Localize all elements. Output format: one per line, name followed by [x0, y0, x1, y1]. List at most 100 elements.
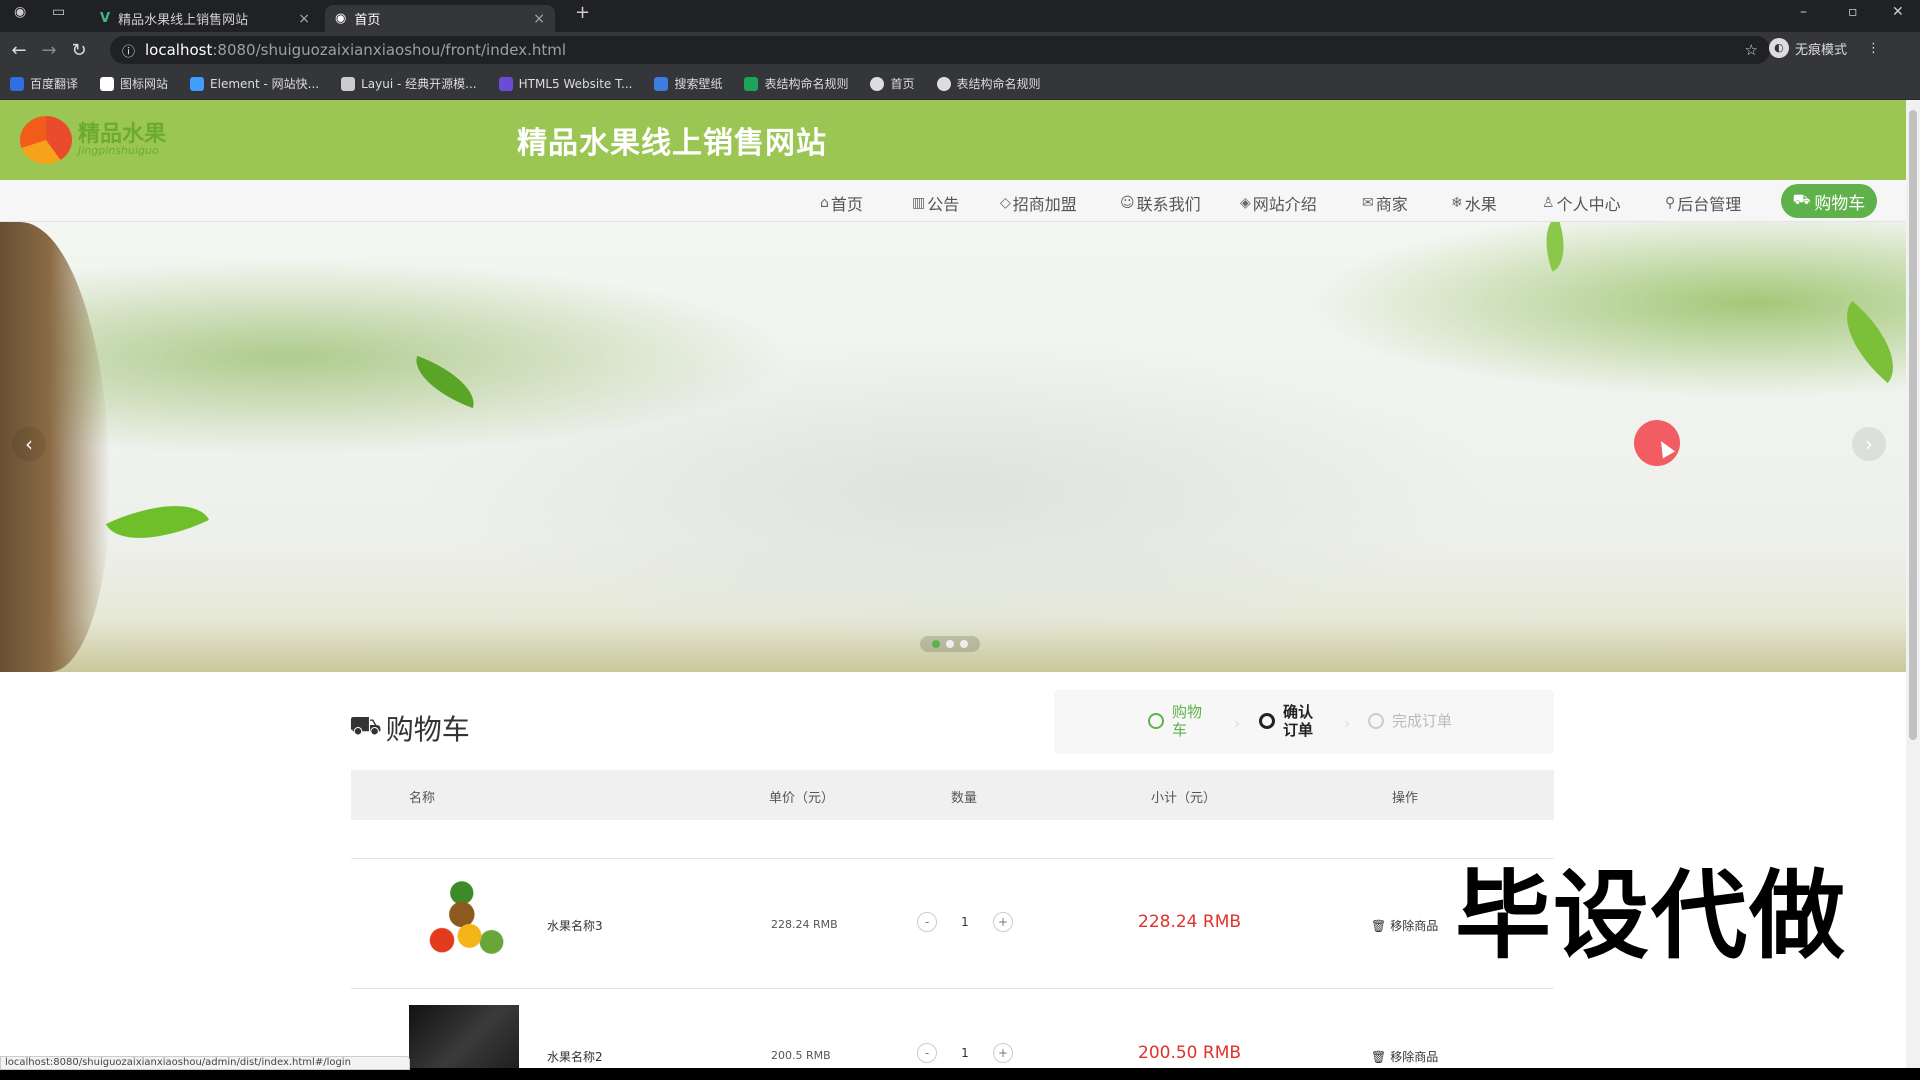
checkout-steps: 购物车 › 确认订单 › 完成订单 [1054, 690, 1554, 754]
trash-icon: 🗑 [1371, 918, 1387, 933]
new-tab-button[interactable]: + [575, 2, 590, 23]
url-input[interactable]: ⓘ localhost:8080/shuiguozaixianxiaoshou/… [110, 36, 1770, 64]
scrollbar-thumb[interactable] [1909, 110, 1917, 740]
column-header: 单价（元） [769, 791, 835, 806]
bookmark-item[interactable]: 表结构命名规则 [744, 75, 848, 92]
product-name[interactable]: 水果名称2 [547, 1048, 603, 1065]
layui-favicon-icon [341, 76, 356, 91]
carousel-next-button[interactable]: › [1852, 427, 1886, 461]
tab-title: 首页 [354, 13, 381, 28]
product-image[interactable] [409, 1005, 519, 1068]
carousel-dot[interactable] [960, 640, 968, 648]
reload-icon[interactable]: ↻ [64, 40, 94, 61]
incognito-profile[interactable]: ◐ 无痕模式 ⋮ [1768, 38, 1880, 58]
logo-subtext: Jingpinshuiguo [78, 144, 159, 157]
url-host: localhost [145, 41, 213, 59]
bookmark-item[interactable]: 首页 [870, 75, 915, 92]
tab-close-icon[interactable]: × [533, 11, 545, 27]
tab-fruit-site[interactable]: V 精品水果线上销售网站 × [90, 5, 320, 32]
bookmark-label: 百度翻译 [30, 77, 79, 91]
tab-title: 精品水果线上销售网站 [118, 13, 249, 28]
flag-icon [100, 76, 115, 91]
step-label: 完成订单 [1392, 712, 1453, 730]
step-label: 购物车 [1172, 703, 1203, 739]
cart-button[interactable]: ⛟ 购物车 [1781, 184, 1877, 218]
row-subtotal: 200.50 RMB [1138, 1043, 1242, 1063]
column-header: 操作 [1392, 791, 1419, 806]
url-path: :8080/shuiguozaixianxiaoshou/front/index… [212, 41, 567, 59]
back-icon[interactable]: ← [4, 40, 34, 61]
step-confirm: 确认订单 [1259, 703, 1323, 739]
nav-admin[interactable]: ⚲ 后台管理 [1665, 191, 1741, 215]
nav-merchant[interactable]: ✉ 商家 [1362, 191, 1408, 215]
nav-label: 水果 [1464, 195, 1497, 214]
bookmark-item[interactable]: 表结构命名规则 [936, 75, 1041, 92]
profile-label: 无痕模式 [1794, 42, 1847, 58]
nav-contact[interactable]: ☺ 联系我们 [1120, 191, 1201, 215]
site-info-icon[interactable]: ⓘ [122, 41, 135, 60]
increase-button[interactable]: + [993, 1043, 1013, 1063]
quantity-value[interactable]: 1 [957, 915, 973, 929]
nav-home[interactable]: ⌂ 首页 [820, 191, 863, 215]
sheet-favicon-icon [744, 76, 759, 91]
bookmark-label: 表结构命名规则 [764, 77, 849, 91]
cart-heading: ⛟ 购物车 [349, 708, 470, 748]
notice-icon: ▥ [912, 195, 926, 211]
watermark-text: 毕设代做 [1455, 860, 1847, 972]
cart-button-label: 购物车 [1814, 193, 1866, 214]
decrease-button[interactable]: - [917, 1043, 937, 1063]
increase-button[interactable]: + [993, 912, 1013, 932]
link-status-bar: localhost:8080/shuiguozaixianxiaoshou/ad… [0, 1056, 410, 1070]
remove-item-button[interactable]: 🗑 移除商品 [1371, 917, 1438, 934]
leaf-decoration [1826, 300, 1906, 384]
bookmark-item[interactable]: 百度翻译 [10, 75, 78, 92]
bookmark-label: HTML5 Website T... [518, 76, 633, 91]
carousel-dot[interactable] [932, 640, 940, 648]
bookmark-item[interactable]: Element - 网站快... [190, 75, 319, 92]
tab-home[interactable]: ◉ 首页 × [325, 5, 555, 32]
remove-label: 移除商品 [1390, 1050, 1439, 1064]
bookmark-item[interactable]: 搜索壁纸 [654, 75, 722, 92]
close-window-icon[interactable]: ✕ [1892, 4, 1904, 20]
nav-notice[interactable]: ▥ 公告 [912, 191, 959, 215]
user-icon: ♙ [1542, 195, 1555, 211]
decrease-button[interactable]: - [917, 912, 937, 932]
vue-favicon-icon: V [100, 11, 111, 26]
minimize-icon[interactable]: – [1800, 4, 1807, 20]
element-favicon-icon [190, 76, 205, 91]
check-circle-icon [1148, 713, 1164, 729]
browser-kebab-icon[interactable]: ⋮ [1867, 41, 1880, 56]
quantity-value[interactable]: 1 [957, 1046, 973, 1060]
page-scrollbar[interactable] [1906, 100, 1920, 1068]
forward-icon[interactable]: → [34, 40, 64, 61]
carousel-dot[interactable] [946, 640, 954, 648]
site-logo[interactable]: 精品水果 Jingpinshuiguo [20, 110, 170, 170]
nav-user-center[interactable]: ♙ 个人中心 [1542, 191, 1621, 215]
bookmark-item[interactable]: HTML5 Website T... [498, 76, 633, 91]
tab-search-icon[interactable]: ▭ [52, 4, 65, 20]
table-row: 水果名称3 228.24 RMB - 1 + 228.24 RMB 🗑 移除商品 [351, 858, 1554, 988]
globe-favicon-icon: ◉ [335, 11, 347, 26]
carousel-prev-button[interactable]: ‹ [12, 427, 46, 461]
product-name[interactable]: 水果名称3 [547, 917, 603, 934]
nav-about[interactable]: ◈ 网站介绍 [1240, 191, 1317, 215]
remove-item-button[interactable]: 🗑 移除商品 [1371, 1048, 1438, 1065]
nav-fruit[interactable]: ❄ 水果 [1451, 191, 1497, 215]
bookmark-star-icon[interactable]: ☆ [1745, 41, 1758, 59]
bookmarks-bar: 百度翻译 图标网站 Element - 网站快... Layui - 经典开源模… [0, 68, 1920, 100]
bookmark-item[interactable]: Layui - 经典开源模... [341, 75, 477, 92]
nav-label: 个人中心 [1556, 195, 1621, 214]
globe-icon [936, 76, 951, 91]
browser-menu-icon[interactable]: ◉ [14, 4, 26, 20]
circle-icon [1368, 713, 1384, 729]
nav-franchise[interactable]: ◇ 招商加盟 [1000, 191, 1077, 215]
step-cart: 购物车 [1148, 703, 1212, 739]
product-image[interactable] [409, 880, 519, 966]
bookmark-item[interactable]: 图标网站 [100, 75, 168, 92]
nav-label: 商家 [1375, 195, 1408, 214]
restore-icon[interactable]: ▫ [1848, 4, 1858, 20]
html5-favicon-icon [498, 76, 513, 91]
remove-label: 移除商品 [1390, 919, 1439, 933]
snowflake-icon: ❄ [1451, 195, 1463, 211]
tab-close-icon[interactable]: × [298, 11, 310, 27]
